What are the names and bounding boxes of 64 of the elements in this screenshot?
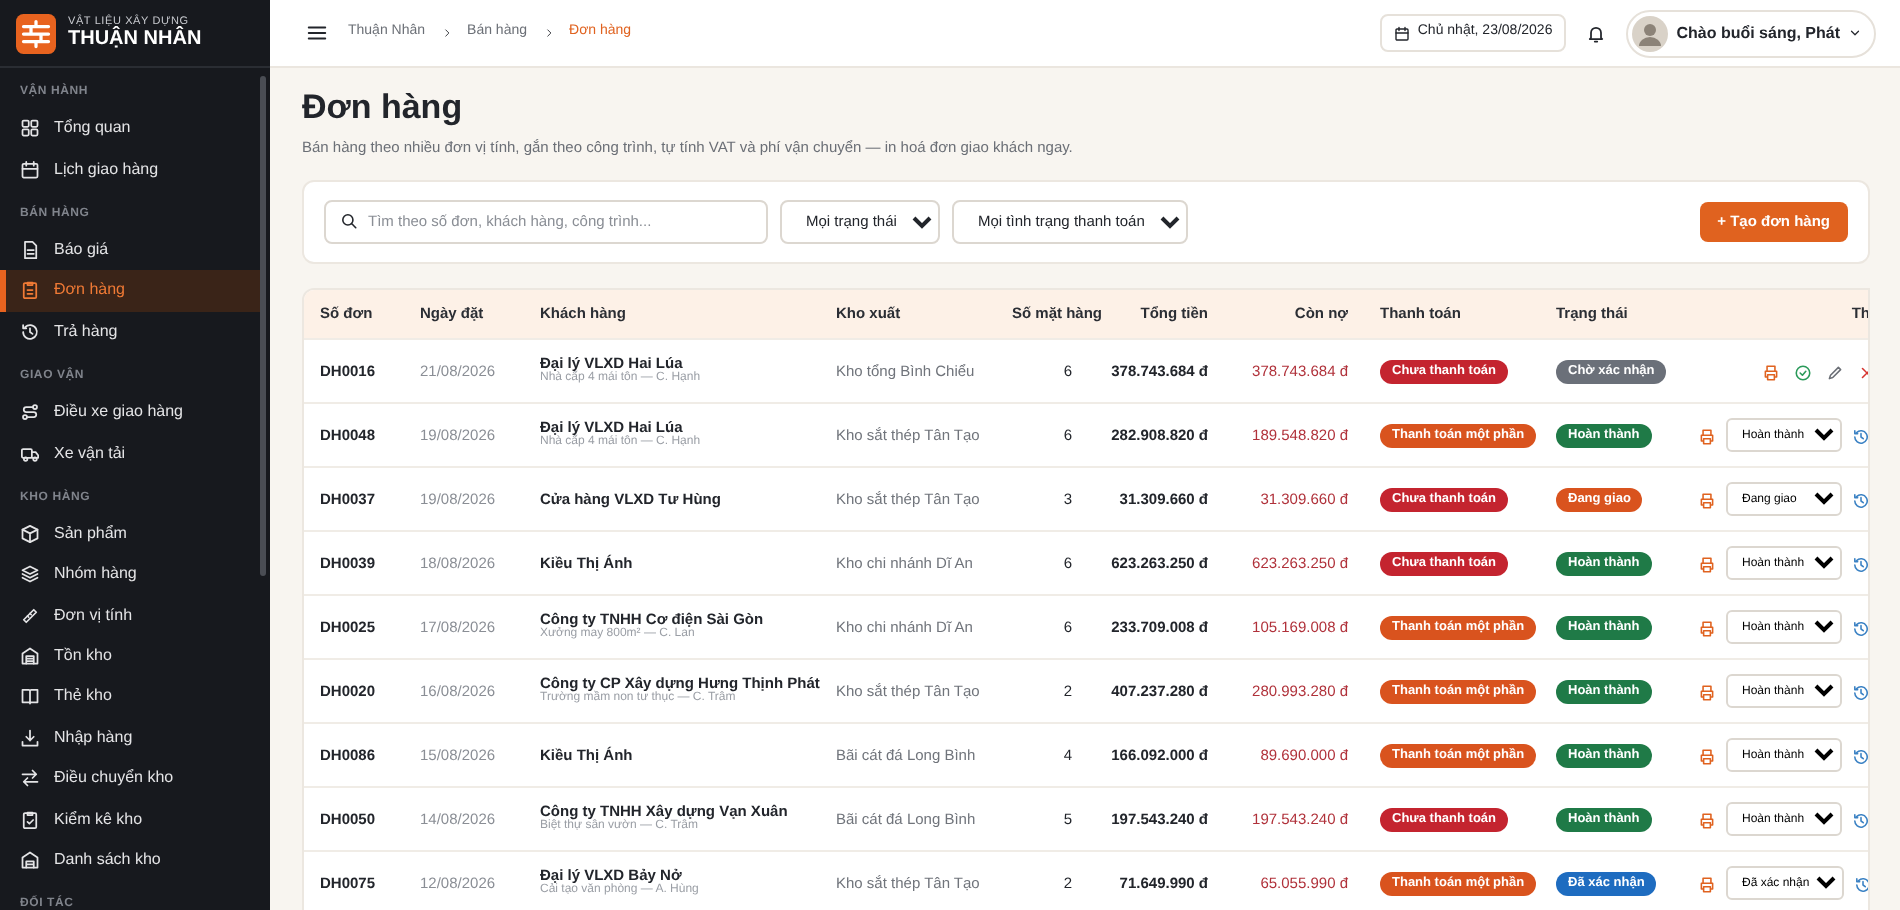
menu-icon[interactable] [306, 22, 328, 44]
print-icon[interactable] [1698, 427, 1716, 446]
transfer-icon [20, 768, 40, 789]
book-icon [20, 686, 40, 707]
print-icon[interactable] [1698, 875, 1716, 894]
sidebar-item[interactable]: Đơn vị tính [0, 595, 270, 636]
check-circle-icon[interactable] [1794, 363, 1812, 382]
calendar-icon [20, 159, 40, 180]
warehouse-icon [20, 850, 40, 871]
print-icon[interactable] [1698, 683, 1716, 702]
history-icon[interactable] [1852, 811, 1868, 830]
history-icon[interactable] [1854, 875, 1868, 894]
sidebar-item[interactable]: Lịch giao hàng [0, 148, 270, 190]
sidebar-item[interactable]: Báo giá [0, 229, 270, 271]
package-icon [20, 523, 40, 544]
history-icon[interactable] [1852, 427, 1868, 446]
warehouse-icon [20, 646, 40, 667]
checklist-icon [20, 809, 40, 830]
search-icon [340, 212, 358, 231]
sidebar-item[interactable]: Tồn kho [0, 635, 270, 677]
pencil-icon[interactable] [1826, 363, 1844, 382]
history-icon[interactable] [1852, 555, 1868, 574]
sidebar-item[interactable]: Nhập hàng [0, 717, 270, 759]
print-icon[interactable] [1698, 491, 1716, 510]
truck-icon [20, 443, 40, 464]
history-icon[interactable] [1852, 683, 1868, 702]
history-icon [20, 321, 40, 342]
sidebar-item[interactable]: Kiểm kê kho [0, 798, 270, 840]
history-icon[interactable] [1852, 491, 1868, 510]
print-icon[interactable] [1698, 811, 1716, 830]
brand-name: THUẬN NHÂN [68, 28, 202, 51]
history-icon[interactable] [1852, 747, 1868, 766]
avatar [1632, 15, 1669, 51]
logo-icon [16, 13, 56, 53]
sidebar-item[interactable]: Điều xe giao hàng [0, 391, 270, 433]
ruler-icon [20, 605, 40, 626]
sidebar-item[interactable]: Tổng quan [0, 108, 270, 149]
import-icon [20, 727, 40, 748]
print-icon[interactable] [1698, 619, 1716, 638]
user-menu[interactable]: Chào buổi sáng, Phát [1626, 9, 1876, 57]
print-icon[interactable] [1698, 555, 1716, 574]
page-title: Đơn hàng [302, 88, 465, 129]
bell-icon[interactable] [1586, 23, 1607, 43]
calendar-icon [1393, 25, 1410, 41]
sidebar-item[interactable]: Danh sách kho [0, 839, 270, 881]
sidebar-item[interactable]: Xe vận tải [0, 432, 270, 474]
clipboard-icon [20, 280, 40, 301]
document-icon [20, 239, 40, 260]
chevron-down-icon [1848, 26, 1862, 40]
sidebar-item[interactable]: Đơn hàng [0, 270, 260, 312]
sidebar-item[interactable]: Nhóm hàng [0, 554, 270, 596]
route-icon [20, 402, 40, 423]
print-icon[interactable] [1698, 747, 1716, 766]
scrollbar[interactable] [260, 76, 266, 576]
sidebar-item[interactable]: Trả hàng [0, 311, 270, 352]
sidebar-item[interactable]: Điều chuyển kho [0, 758, 270, 799]
chevron-icon [543, 28, 554, 38]
history-icon[interactable] [1852, 619, 1868, 638]
grid-icon [20, 118, 40, 139]
print-icon[interactable] [1762, 363, 1780, 382]
sidebar-item[interactable]: Thẻ kho [0, 676, 270, 718]
sidebar-item[interactable]: Sản phẩm [0, 513, 270, 555]
chevron-icon [441, 28, 452, 38]
layers-icon [20, 564, 40, 585]
